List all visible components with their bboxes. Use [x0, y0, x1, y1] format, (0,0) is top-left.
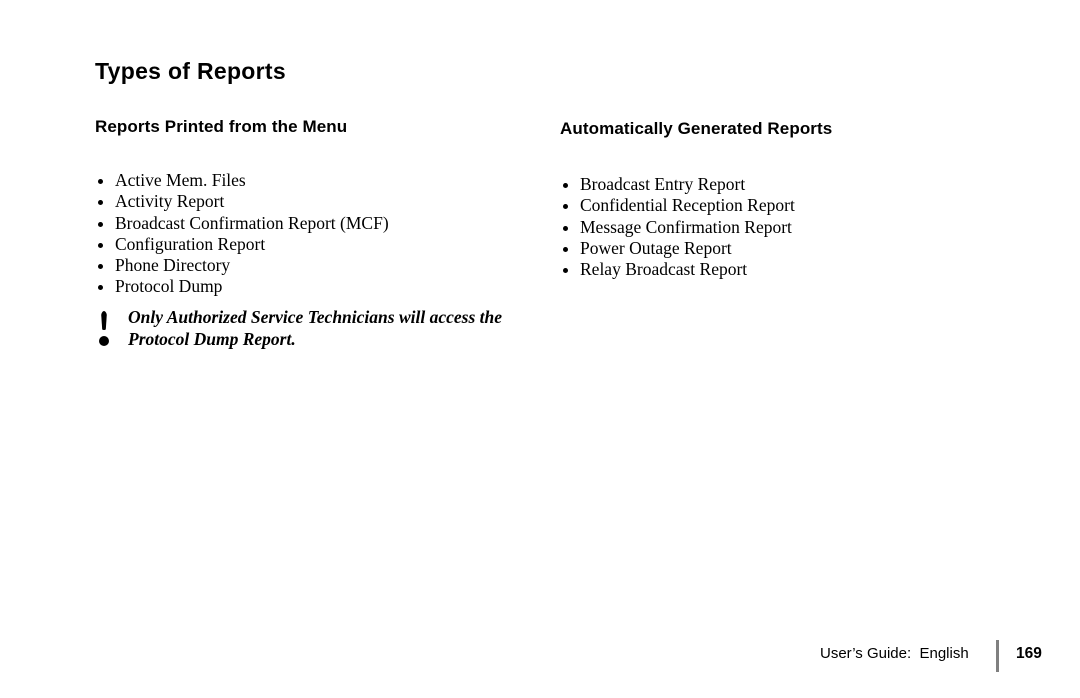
- footer-divider: [996, 640, 999, 672]
- list-item: Broadcast Entry Report: [560, 174, 795, 195]
- list-item: Activity Report: [95, 191, 389, 212]
- list-item: Configuration Report: [95, 234, 389, 255]
- page-title: Types of Reports: [95, 58, 286, 84]
- list-item: Relay Broadcast Report: [560, 259, 795, 280]
- list-item: Phone Directory: [95, 255, 389, 276]
- exclamation-icon: [98, 311, 110, 351]
- page-footer: User’s Guide: English 169: [0, 640, 1080, 674]
- caution-note-text: Only Authorized Service Technicians will…: [95, 307, 525, 350]
- footer-guide-label: User’s Guide: English: [820, 645, 969, 662]
- caution-note-line-2: Protocol Dump Report.: [128, 328, 296, 349]
- caution-note-line-1: Only Authorized Service Technicians will…: [128, 307, 502, 327]
- list-item: Confidential Reception Report: [560, 195, 795, 216]
- exclamation-stem: [100, 311, 108, 330]
- page-number: 169: [1016, 645, 1042, 662]
- list-item: Protocol Dump: [95, 276, 389, 297]
- automatically-generated-reports-list: Broadcast Entry Report Confidential Rece…: [560, 174, 795, 280]
- list-item: Active Mem. Files: [95, 170, 389, 191]
- right-column-heading: Automatically Generated Reports: [560, 119, 833, 138]
- exclamation-dot: [99, 336, 109, 346]
- list-item: Message Confirmation Report: [560, 217, 795, 238]
- list-item: Power Outage Report: [560, 238, 795, 259]
- left-column-heading: Reports Printed from the Menu: [95, 117, 348, 136]
- reports-printed-from-menu-list: Active Mem. Files Activity Report Broadc…: [95, 170, 389, 298]
- list-item: Broadcast Confirmation Report (MCF): [95, 213, 389, 234]
- document-page: Types of Reports Reports Printed from th…: [0, 0, 1080, 698]
- caution-note: Only Authorized Service Technicians will…: [95, 307, 525, 350]
